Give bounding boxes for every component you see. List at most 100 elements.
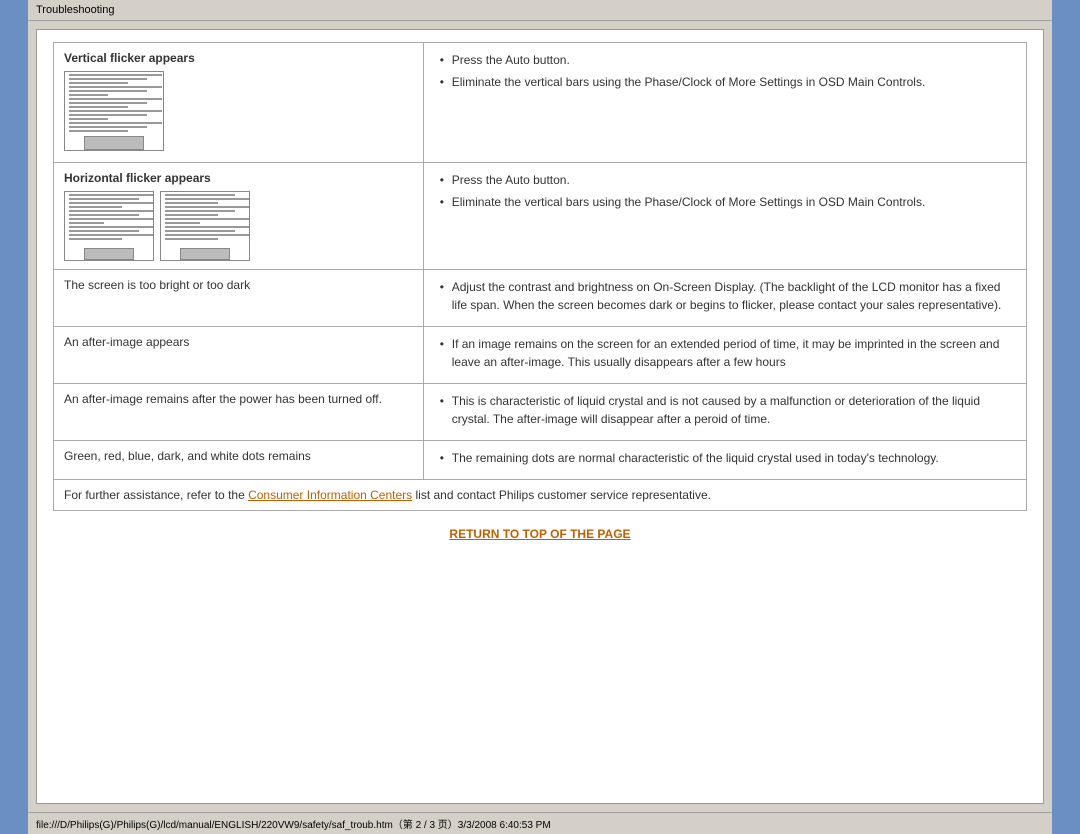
troubleshooting-table: Vertical flicker appears: [53, 42, 1027, 511]
top-bar: Troubleshooting: [28, 0, 1052, 21]
issue-text: Green, red, blue, dark, and white dots r…: [64, 449, 311, 463]
monitor-base: [180, 248, 230, 260]
solution-list: Press the Auto button. Eliminate the ver…: [434, 171, 1016, 211]
solution-list: Adjust the contrast and brightness on On…: [434, 278, 1016, 314]
top-bar-label: Troubleshooting: [36, 4, 114, 16]
screen-line: [165, 198, 249, 200]
issue-cell: Green, red, blue, dark, and white dots r…: [54, 441, 424, 480]
screen-line: [69, 238, 122, 240]
issue-cell: Vertical flicker appears: [54, 43, 424, 163]
screen-line: [165, 238, 218, 240]
table-row: Vertical flicker appears: [54, 43, 1027, 163]
screen-line: [69, 122, 162, 124]
monitor-base: [84, 136, 144, 150]
solution-cell: Press the Auto button. Eliminate the ver…: [423, 163, 1026, 270]
issue-cell: An after-image appears: [54, 327, 424, 384]
solution-item: The remaining dots are normal characteri…: [438, 449, 1016, 467]
issue-cell: The screen is too bright or too dark: [54, 270, 424, 327]
table-row: Green, red, blue, dark, and white dots r…: [54, 441, 1027, 480]
issue-cell: An after-image remains after the power h…: [54, 384, 424, 441]
status-bar-text: file:///D/Philips(G)/Philips(G)/lcd/manu…: [36, 820, 551, 831]
screen-line: [69, 210, 153, 212]
issue-cell: Horizontal flicker appears: [54, 163, 424, 270]
screen-line: [69, 130, 128, 132]
monitor-image: [64, 191, 154, 261]
screen-line: [165, 194, 235, 196]
screen-display: [161, 192, 249, 244]
screen-line: [165, 210, 235, 212]
right-side-panel: [1052, 0, 1080, 834]
table-row: An after-image appears If an image remai…: [54, 327, 1027, 384]
screen-line: [69, 234, 153, 236]
solution-list: Press the Auto button. Eliminate the ver…: [434, 51, 1016, 91]
screen-line: [165, 234, 249, 236]
screen-line: [69, 202, 153, 204]
solution-list: The remaining dots are normal characteri…: [434, 449, 1016, 467]
footer-text-after: list and contact Philips customer servic…: [412, 488, 711, 502]
screen-line: [69, 86, 162, 88]
solution-list: If an image remains on the screen for an…: [434, 335, 1016, 371]
issue-title: Vertical flicker appears: [64, 51, 413, 65]
screen-line: [69, 230, 139, 232]
screen-line: [69, 82, 128, 84]
monitor-base: [84, 248, 134, 260]
solution-cell: If an image remains on the screen for an…: [423, 327, 1026, 384]
content-inner: Vertical flicker appears: [37, 30, 1043, 803]
solution-item: Eliminate the vertical bars using the Ph…: [438, 193, 1016, 211]
solution-item: Press the Auto button.: [438, 51, 1016, 69]
screen-line: [165, 230, 235, 232]
screen-line: [69, 226, 153, 228]
screen-display: [65, 72, 163, 134]
main-wrapper: Troubleshooting Vertical flicker appears: [28, 0, 1052, 834]
solution-item: Adjust the contrast and brightness on On…: [438, 278, 1016, 314]
screen-line: [69, 98, 162, 100]
screen-line: [69, 110, 162, 112]
solution-cell: Adjust the contrast and brightness on On…: [423, 270, 1026, 327]
solution-list: This is characteristic of liquid crystal…: [434, 392, 1016, 428]
issue-text: An after-image appears: [64, 335, 189, 349]
screen-line: [69, 222, 104, 224]
footer-row: For further assistance, refer to the Con…: [54, 480, 1027, 511]
screen-line: [165, 206, 249, 208]
screen-display: [65, 192, 153, 244]
screen-line: [69, 198, 139, 200]
footer-text-before: For further assistance, refer to the: [64, 488, 248, 502]
table-row: The screen is too bright or too dark Adj…: [54, 270, 1027, 327]
screen-line: [165, 226, 249, 228]
monitor-image: [64, 71, 164, 151]
screen-line: [165, 202, 218, 204]
screen-line: [69, 74, 162, 76]
screen-line: [69, 78, 147, 80]
solution-cell: Press the Auto button. Eliminate the ver…: [423, 43, 1026, 163]
solution-item: This is characteristic of liquid crystal…: [438, 392, 1016, 428]
screen-line: [165, 218, 249, 220]
solution-item: If an image remains on the screen for an…: [438, 335, 1016, 371]
screen-line: [69, 118, 108, 120]
footer-cell: For further assistance, refer to the Con…: [54, 480, 1027, 511]
content-area: Vertical flicker appears: [36, 29, 1044, 804]
screen-line: [69, 106, 128, 108]
solution-item: Press the Auto button.: [438, 171, 1016, 189]
status-bar: file:///D/Philips(G)/Philips(G)/lcd/manu…: [28, 812, 1052, 834]
table-row: An after-image remains after the power h…: [54, 384, 1027, 441]
issue-text: The screen is too bright or too dark: [64, 278, 250, 292]
left-side-panel: [0, 0, 28, 834]
issue-title: Horizontal flicker appears: [64, 171, 413, 185]
screen-line: [69, 94, 108, 96]
screen-line: [69, 114, 147, 116]
solution-cell: The remaining dots are normal characteri…: [423, 441, 1026, 480]
screen-line: [69, 102, 147, 104]
screen-line: [69, 126, 147, 128]
screen-line: [165, 214, 218, 216]
monitor-image: [160, 191, 250, 261]
screen-line: [69, 214, 139, 216]
screen-line: [69, 206, 122, 208]
screen-line: [69, 218, 153, 220]
solution-cell: This is characteristic of liquid crystal…: [423, 384, 1026, 441]
screen-line: [69, 194, 153, 196]
table-row: Horizontal flicker appears: [54, 163, 1027, 270]
return-to-top-link[interactable]: RETURN TO TOP OF THE PAGE: [53, 511, 1027, 557]
issue-text: An after-image remains after the power h…: [64, 392, 382, 406]
solution-item: Eliminate the vertical bars using the Ph…: [438, 73, 1016, 91]
consumer-info-link[interactable]: Consumer Information Centers: [248, 488, 412, 502]
